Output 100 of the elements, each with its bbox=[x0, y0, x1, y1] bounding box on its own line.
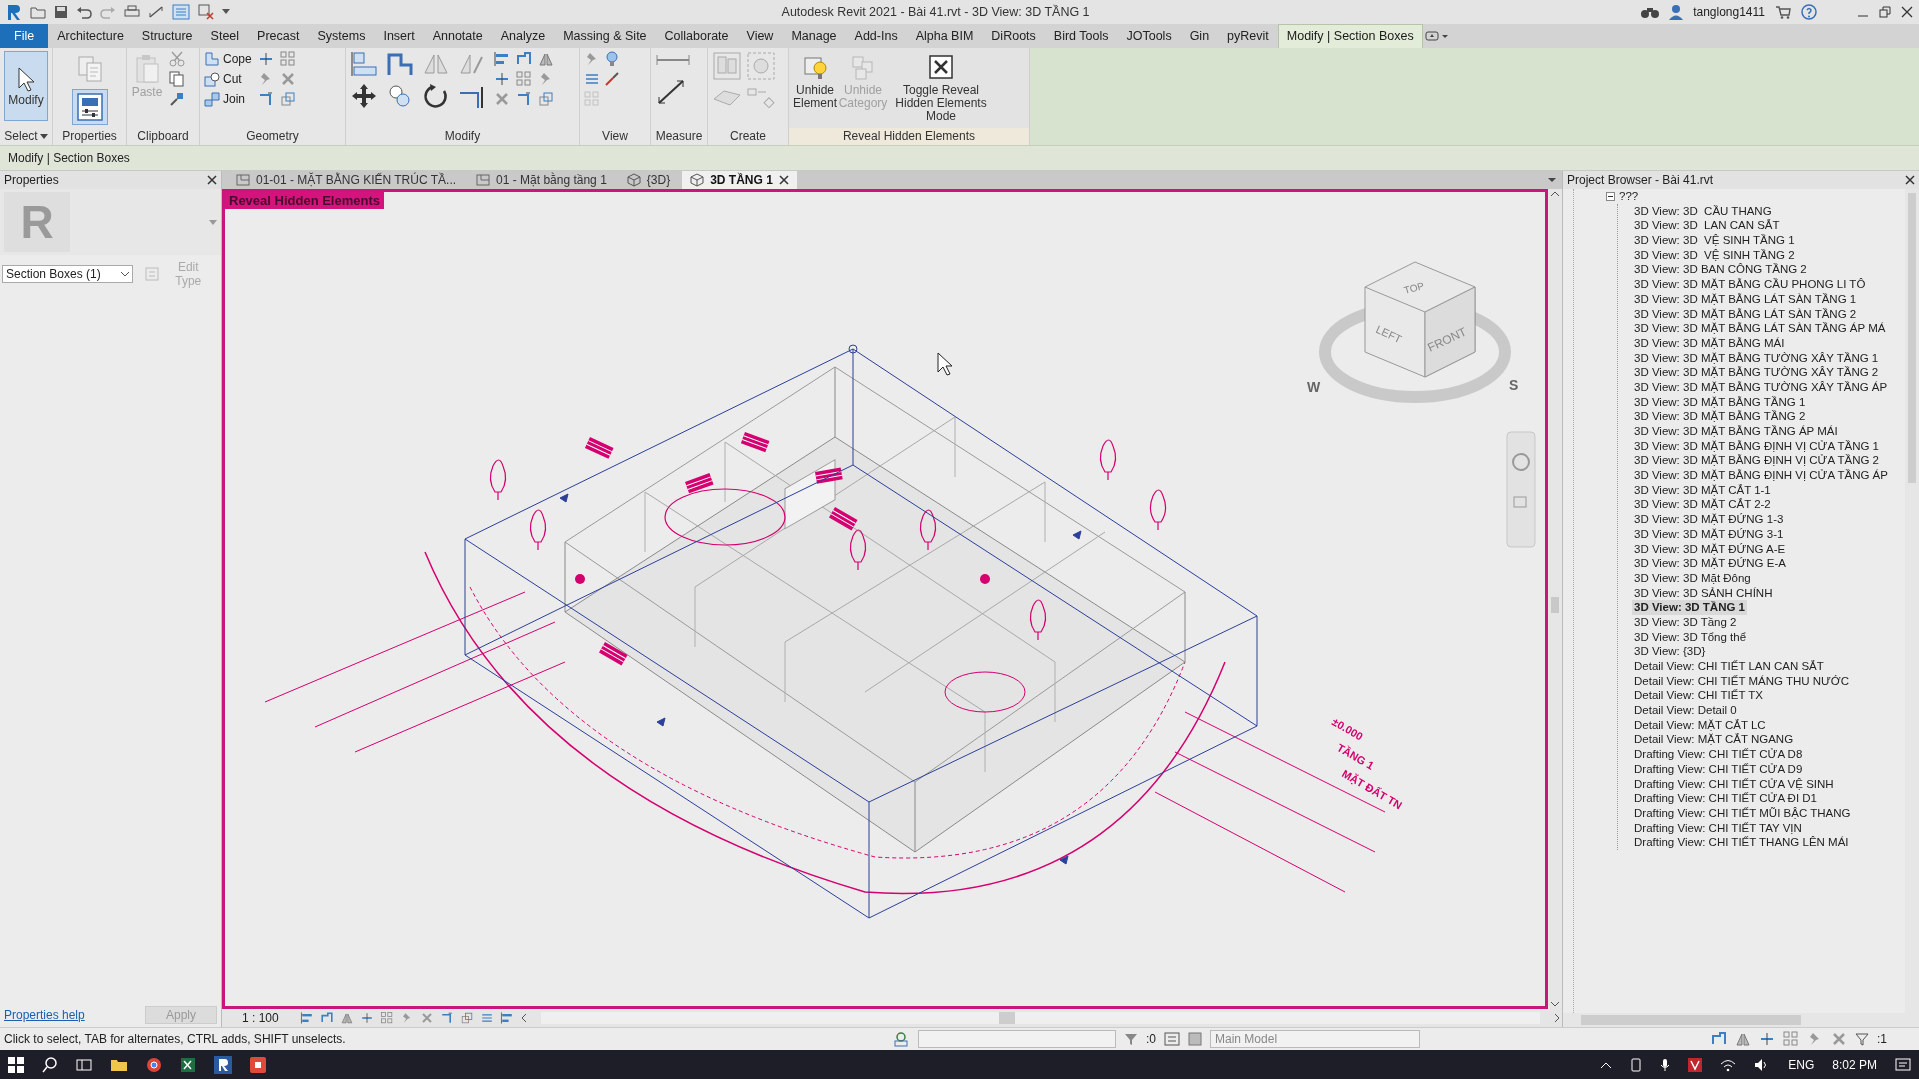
tree-item[interactable]: Detail View: MẶT CẮT NGANG bbox=[1632, 732, 1796, 748]
close-icon[interactable] bbox=[1905, 175, 1915, 185]
ribbon-tab[interactable]: pyRevit bbox=[1218, 24, 1278, 48]
tree-item[interactable]: 3D View: 3D MẶT BẰNG TẦNG ÁP MÁI bbox=[1632, 424, 1840, 439]
tree-item[interactable]: 3D View: 3D VỆ SINH TẦNG 1 bbox=[1632, 233, 1797, 248]
tree-item[interactable]: 3D View: 3D Mặt Đông bbox=[1632, 570, 1753, 586]
offset-icon[interactable] bbox=[516, 51, 532, 67]
scroll-right-icon[interactable] bbox=[1552, 1013, 1562, 1023]
scale-icon[interactable] bbox=[460, 1011, 474, 1025]
properties-button[interactable] bbox=[71, 89, 108, 125]
scrollbar-thumb[interactable] bbox=[998, 1012, 1015, 1024]
document-tab[interactable]: 01 - Mặt bằng tầng 1 bbox=[468, 171, 615, 189]
offset-icon[interactable] bbox=[386, 51, 414, 77]
tree-item[interactable]: 3D View: 3D Tầng 2 bbox=[1632, 614, 1739, 630]
open-folder-icon[interactable] bbox=[30, 5, 46, 19]
mirror-icon[interactable] bbox=[538, 51, 554, 67]
scroll-up-icon[interactable] bbox=[1550, 189, 1560, 199]
undo-icon[interactable] bbox=[76, 5, 92, 19]
ribbon-tab[interactable]: Insert bbox=[374, 24, 424, 48]
ribbon-tab[interactable]: Gin bbox=[1180, 24, 1219, 48]
navigation-bar[interactable] bbox=[1506, 431, 1536, 548]
tree-item[interactable]: 3D View: {3D} bbox=[1632, 644, 1708, 659]
tree-item[interactable]: 3D View: 3D MẶT BẰNG TƯỜNG XÂY TẦNG ÁP bbox=[1632, 379, 1890, 395]
section-box-drawing[interactable] bbox=[464, 344, 1258, 919]
user-icon[interactable] bbox=[1669, 4, 1684, 20]
editable-only-icon[interactable] bbox=[1164, 1032, 1180, 1046]
view-scale[interactable]: 1 : 100 bbox=[242, 1011, 279, 1025]
document-tab[interactable]: {3D} bbox=[618, 171, 679, 189]
rotate-icon[interactable] bbox=[422, 83, 450, 109]
tree-item[interactable]: Drafting View: CHI TIẾT CỬA VỆ SINH bbox=[1632, 776, 1836, 792]
tree-item[interactable]: 3D View: 3D MẶT BẰNG LÁT SÀN TẦNG ÁP MÁ bbox=[1632, 321, 1888, 336]
worksets-icon[interactable] bbox=[892, 1031, 910, 1047]
save-icon[interactable] bbox=[54, 5, 68, 19]
ribbon-tab[interactable]: Bird Tools bbox=[1044, 24, 1118, 48]
filter-icon[interactable] bbox=[1124, 1032, 1138, 1046]
cut-tool[interactable]: Cut bbox=[204, 71, 252, 87]
tree-item[interactable]: 3D View: 3D MẶT BẰNG CẦU PHONG LI TÔ bbox=[1632, 277, 1868, 292]
tree-item[interactable]: Detail View: CHI TIẾT MÁNG THU NƯỚC bbox=[1632, 673, 1851, 689]
tree-item[interactable]: 3D View: 3D MẶT BẰNG ĐỊNH VỊ CỬA TẦNG ÁP bbox=[1632, 468, 1890, 483]
ribbon-tab[interactable]: Manage bbox=[782, 24, 846, 48]
ribbon-tab[interactable]: Modify | Section Boxes bbox=[1277, 24, 1423, 48]
tree-item[interactable]: Detail View: CHI TIẾT TX bbox=[1632, 688, 1765, 704]
move-arrows-icon[interactable] bbox=[350, 83, 378, 109]
ribbon-tab[interactable]: DiRoots bbox=[982, 24, 1045, 48]
ribbon-tab[interactable]: Structure bbox=[132, 24, 202, 48]
tree-item[interactable]: 3D View: 3D MẶT BẰNG LÁT SÀN TẦNG 2 bbox=[1632, 306, 1859, 322]
split-icon[interactable] bbox=[360, 1011, 374, 1025]
array-icon[interactable] bbox=[516, 71, 532, 87]
offset-icon[interactable] bbox=[320, 1011, 334, 1025]
trim-icon[interactable] bbox=[440, 1011, 454, 1025]
spreadsheet-icon[interactable] bbox=[180, 1056, 196, 1073]
array-icon[interactable] bbox=[1783, 1031, 1799, 1047]
tree-item[interactable]: 3D View: 3D MẶT ĐỨNG E-A bbox=[1632, 556, 1788, 571]
ribbon-tab[interactable]: JOTools bbox=[1117, 24, 1181, 48]
mirror-icon[interactable] bbox=[1735, 1031, 1751, 1047]
unhide-element-button[interactable]: Unhide Element bbox=[793, 51, 837, 113]
select-menu[interactable]: Select bbox=[0, 128, 52, 145]
offset-icon[interactable] bbox=[1711, 1031, 1727, 1047]
copy-icon[interactable] bbox=[169, 71, 185, 87]
close-icon[interactable] bbox=[1901, 6, 1913, 18]
split-icon[interactable] bbox=[257, 51, 274, 67]
tree-item[interactable]: 3D View: 3D MẶT BẰNG TẦNG 1 bbox=[1632, 394, 1808, 410]
align-icon[interactable] bbox=[494, 51, 510, 67]
delete-x-icon[interactable] bbox=[1831, 1031, 1847, 1047]
view-cube[interactable] bbox=[1319, 261, 1511, 403]
tree-item[interactable]: 3D View: 3D MẶT ĐỨNG 1-3 bbox=[1632, 512, 1786, 527]
tree-item[interactable]: 3D View: 3D VỆ SINH TẦNG 2 bbox=[1632, 247, 1797, 263]
scrollbar-thumb[interactable] bbox=[1551, 597, 1559, 613]
tree-item[interactable]: 3D View: 3D TẦNG 1 bbox=[1632, 600, 1747, 615]
trim-icon[interactable] bbox=[516, 91, 532, 107]
building-drawing[interactable] bbox=[264, 366, 1386, 895]
app-logo-icon[interactable] bbox=[214, 1055, 232, 1074]
tree-item[interactable]: 3D View: 3D SẢNH CHÍNH bbox=[1632, 585, 1775, 601]
print-icon[interactable] bbox=[124, 5, 140, 19]
align-icon[interactable] bbox=[500, 1011, 514, 1025]
scrollbar-thumb[interactable] bbox=[1581, 1015, 1801, 1025]
mirror-icon[interactable] bbox=[340, 1011, 354, 1025]
phone-icon[interactable] bbox=[1630, 1057, 1643, 1072]
task-view-icon[interactable] bbox=[76, 1056, 92, 1073]
tree-item[interactable]: 3D View: 3D MẶT CẮT 1-1 bbox=[1632, 482, 1773, 498]
dropdown-caret-icon[interactable] bbox=[222, 9, 230, 15]
tree-item[interactable]: Drafting View: CHI TIẾT CỬA ĐI D1 bbox=[1632, 791, 1820, 806]
delete-x-icon[interactable] bbox=[279, 71, 296, 87]
input-language[interactable]: ENG bbox=[1788, 1057, 1815, 1072]
document-tab[interactable]: 01-01 - MẶT BẰNG KIẾN TRÚC TẦ... bbox=[228, 171, 465, 189]
join-tool[interactable]: Join bbox=[204, 91, 252, 107]
lines-icon[interactable] bbox=[480, 1011, 494, 1025]
close-icon[interactable] bbox=[207, 175, 217, 185]
split-icon[interactable] bbox=[494, 71, 510, 87]
tree-item[interactable]: 3D View: 3D MẶT BẰNG ĐỊNH VỊ CỬA TẦNG 2 bbox=[1632, 453, 1881, 469]
restore-icon[interactable] bbox=[1879, 6, 1891, 18]
ribbon-tab[interactable]: Analyze bbox=[491, 24, 555, 48]
browser-icon[interactable] bbox=[146, 1056, 162, 1073]
microphone-icon[interactable] bbox=[1660, 1057, 1671, 1072]
tree-item[interactable]: 3D View: 3D Tổng thể bbox=[1632, 629, 1749, 645]
wifi-icon[interactable] bbox=[1720, 1057, 1737, 1072]
filter-icon[interactable] bbox=[1855, 1032, 1869, 1046]
ribbon-tab[interactable]: Massing & Site bbox=[554, 24, 656, 48]
ribbon-tab[interactable]: Annotate bbox=[423, 24, 492, 48]
caret-icon[interactable] bbox=[209, 219, 217, 225]
